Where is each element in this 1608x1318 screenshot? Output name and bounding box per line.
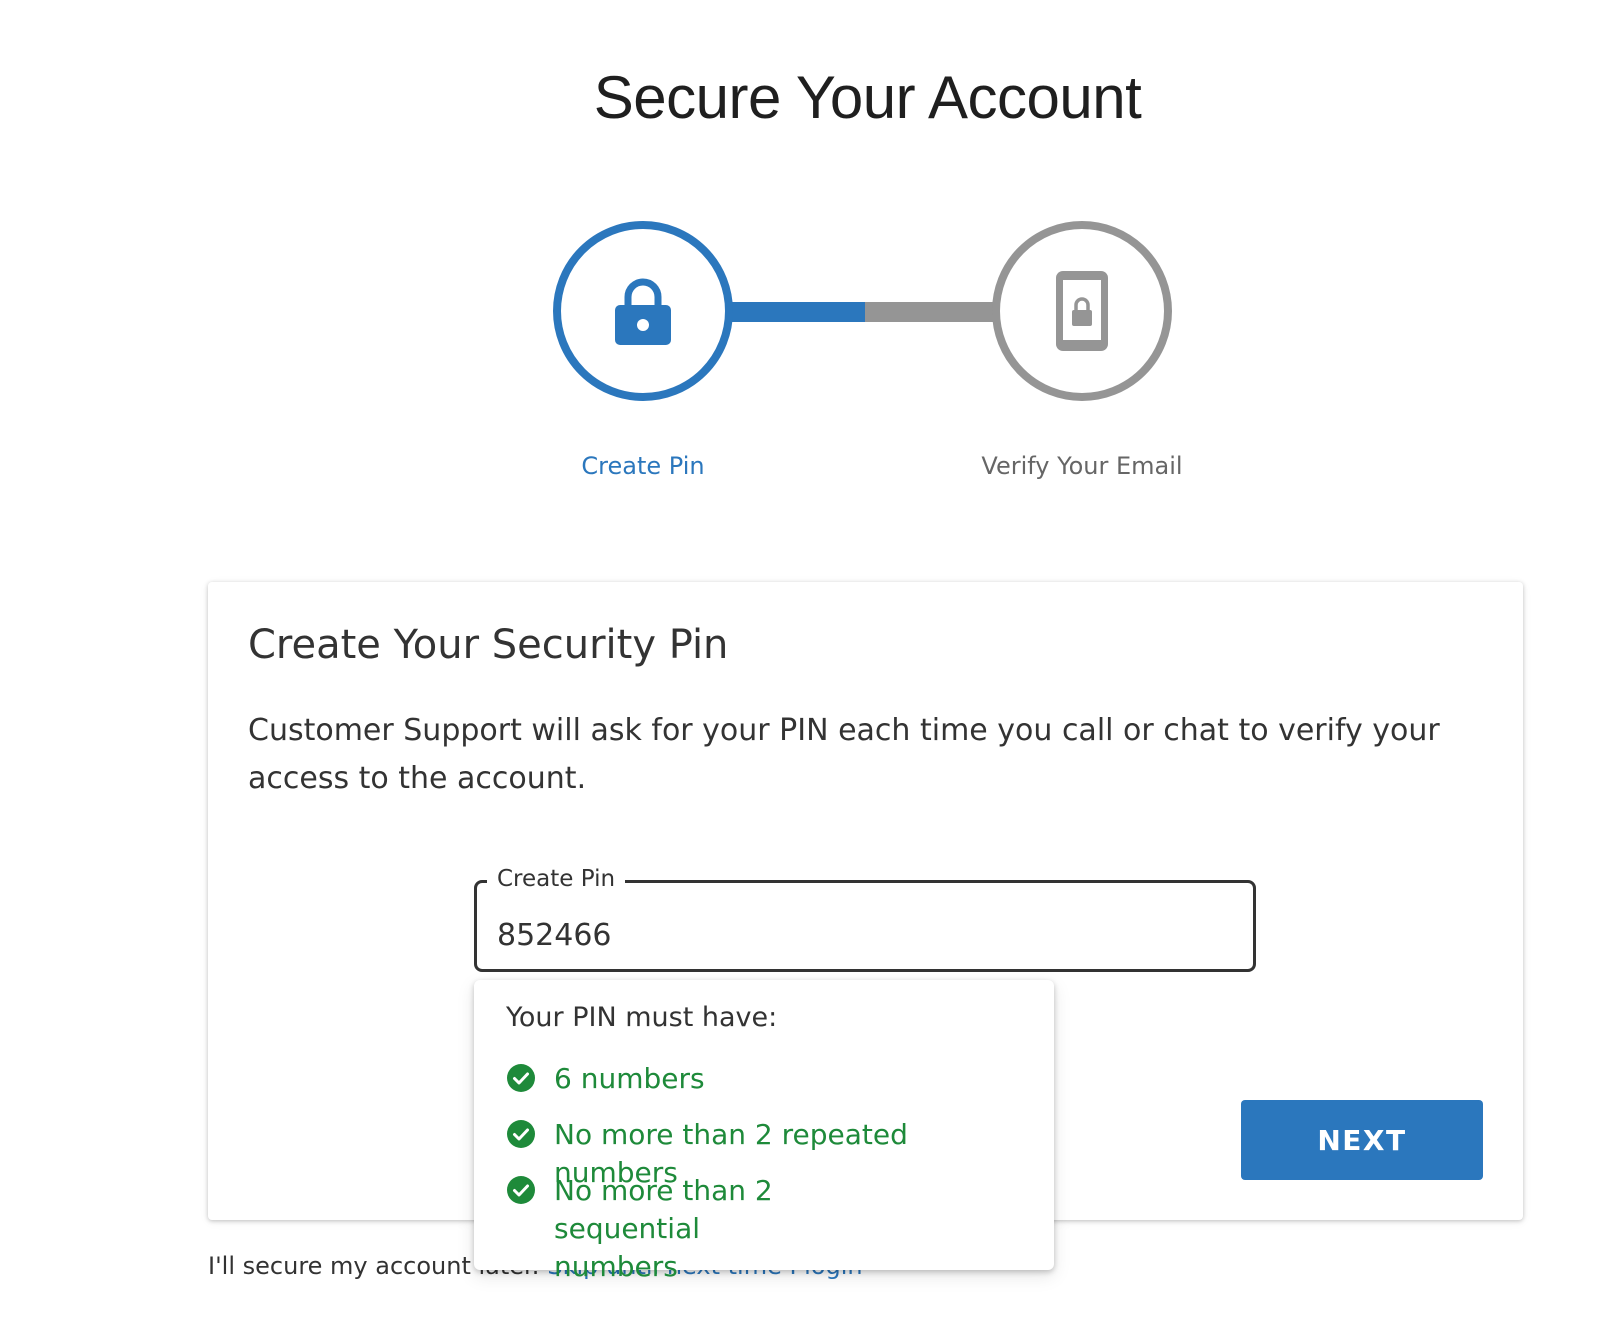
page-title: Secure Your Account <box>593 64 1142 131</box>
check-circle-icon <box>507 1176 535 1204</box>
lock-icon <box>615 278 671 345</box>
requirement-item: 6 numbers <box>506 1060 1034 1098</box>
requirement-text: 6 numbers <box>554 1062 705 1095</box>
pin-requirements-popover: Your PIN must have: 6 numbers No more th… <box>474 980 1054 1283</box>
next-button[interactable]: NEXT <box>1241 1100 1483 1180</box>
card-description: Customer Support will ask for your PIN e… <box>248 713 1440 796</box>
step-label-verify-email: Verify Your Email <box>981 452 1183 480</box>
check-circle-icon <box>507 1120 535 1148</box>
mobile-lock-icon <box>1056 271 1108 351</box>
create-pin-field[interactable]: Create Pin <box>474 863 1256 972</box>
stepper-progress-remaining <box>865 302 995 322</box>
stepper-progress-complete <box>728 302 865 322</box>
check-circle-icon <box>507 1064 535 1092</box>
step-create-pin <box>553 221 733 401</box>
requirement-text: No more than 2 sequential numbers <box>554 1174 773 1283</box>
step-verify-email <box>992 221 1172 401</box>
step-label-create-pin: Create Pin <box>581 452 705 480</box>
create-pin-input[interactable] <box>497 911 1197 959</box>
requirement-item: No more than 2 sequential numbers <box>506 1172 774 1286</box>
card-title: Create Your Security Pin <box>248 622 729 668</box>
create-pin-label: Create Pin <box>487 863 626 895</box>
requirements-title: Your PIN must have: <box>506 1002 778 1033</box>
